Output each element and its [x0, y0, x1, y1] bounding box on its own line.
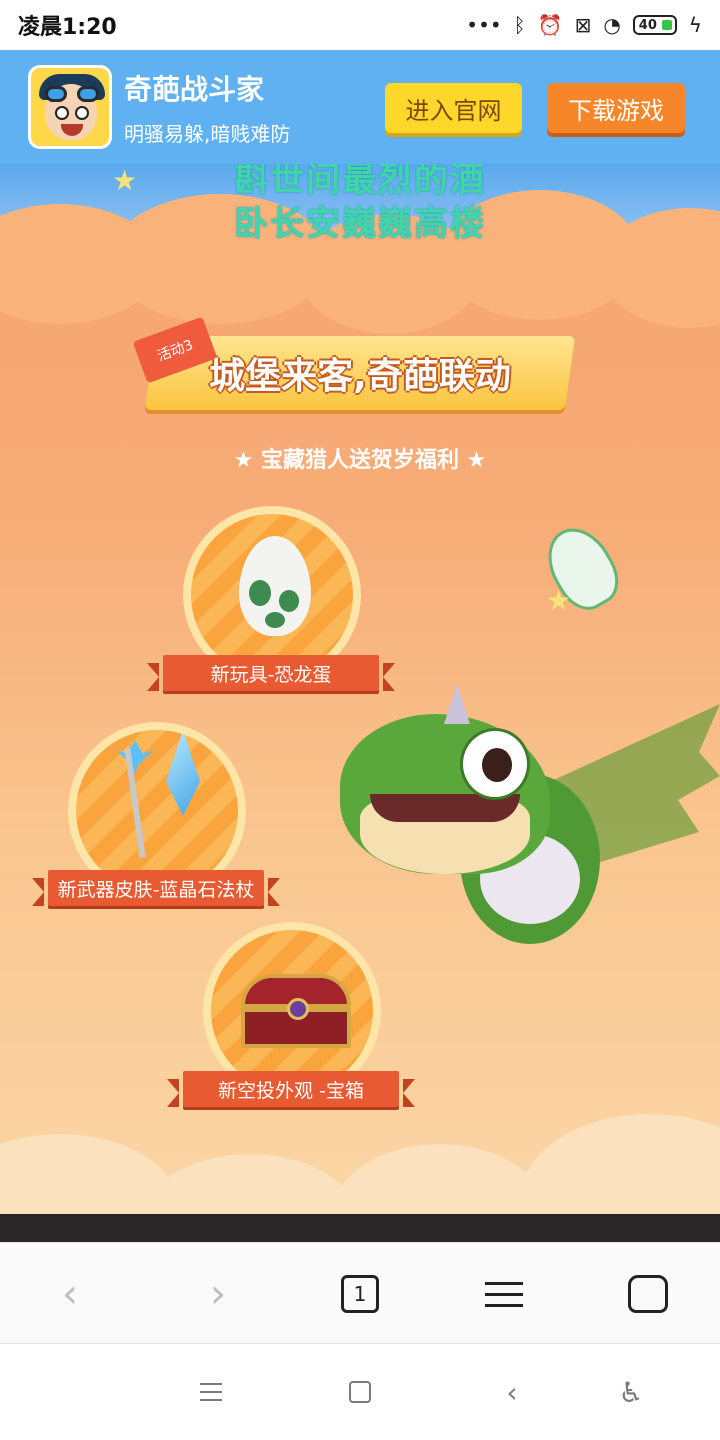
more-dots-icon: ••• — [466, 13, 502, 37]
system-navigation-bar: ‹ ♿ — [0, 1344, 720, 1440]
promo-content: ★ 斟世间最烈的酒 卧长安巍巍高楼 活动3 城堡来客,奇葩联动 ★ 宝藏猎人送贺… — [0, 164, 720, 1214]
back-button[interactable]: ‹ — [40, 1265, 100, 1323]
chevron-left-icon: ‹ — [62, 1271, 78, 1317]
sim-off-icon: ⊠ — [574, 13, 592, 37]
tab-count: 1 — [341, 1275, 379, 1313]
forward-button[interactable]: › — [188, 1265, 248, 1323]
menu-button[interactable] — [474, 1265, 534, 1323]
status-bar: 凌晨1:20 ••• ᛒ ⏰ ⊠ ◔ 40 ϟ — [0, 0, 720, 50]
treasure-chest-icon — [241, 974, 351, 1048]
app-download-banner: 奇葩战斗家 明骚易躲,暗贱难防 进入官网 下载游戏 — [0, 50, 720, 164]
app-slogan: 明骚易躲,暗贱难防 — [124, 121, 291, 146]
recent-apps-button[interactable] — [191, 1374, 231, 1410]
page-footer-strip — [0, 1214, 720, 1242]
reward-label-staff: 新武器皮肤-蓝晶石法杖 — [32, 870, 280, 906]
activity-subtitle: ★ 宝藏猎人送贺岁福利 ★ — [233, 448, 487, 473]
poem-line-2: 卧长安巍巍高楼 — [234, 204, 486, 244]
accessibility-button[interactable]: ♿ — [611, 1374, 651, 1410]
dinosaur-egg-icon — [239, 536, 311, 636]
bluetooth-icon: ᛒ — [513, 13, 526, 37]
poem-line-1: 斟世间最烈的酒 — [234, 164, 486, 200]
poem-overlay: 斟世间最烈的酒 卧长安巍巍高楼 — [0, 164, 720, 246]
chevron-right-icon: › — [210, 1271, 226, 1317]
battery-icon: 40 — [632, 15, 677, 35]
visit-official-site-button[interactable]: 进入官网 — [385, 83, 522, 133]
wifi-icon: ◔ — [603, 13, 621, 37]
home-icon — [628, 1275, 668, 1313]
app-name: 奇葩战斗家 — [124, 72, 265, 106]
app-logo-icon[interactable] — [28, 65, 112, 149]
status-time: 凌晨1:20 — [18, 15, 117, 40]
tabs-button[interactable]: 1 — [330, 1265, 390, 1323]
charging-icon: ϟ — [688, 13, 702, 37]
square-icon — [349, 1381, 371, 1403]
star-icon: ★ — [546, 584, 572, 617]
back-arrow-icon: ‹ — [506, 1375, 518, 1409]
status-icons: ••• ᛒ ⏰ ⊠ ◔ 40 ϟ — [466, 13, 702, 37]
home-button[interactable] — [618, 1265, 678, 1323]
browser-toolbar: ‹ › 1 — [0, 1242, 720, 1344]
bottom-clouds — [0, 1094, 720, 1214]
system-back-button[interactable]: ‹ — [492, 1374, 532, 1410]
dragon-mascot — [340, 684, 720, 974]
battery-level: 40 — [638, 17, 657, 33]
download-game-button[interactable]: 下载游戏 — [547, 83, 685, 133]
system-home-button[interactable] — [340, 1374, 380, 1410]
alarm-icon: ⏰ — [537, 13, 563, 37]
accessibility-icon: ♿ — [618, 1375, 644, 1409]
